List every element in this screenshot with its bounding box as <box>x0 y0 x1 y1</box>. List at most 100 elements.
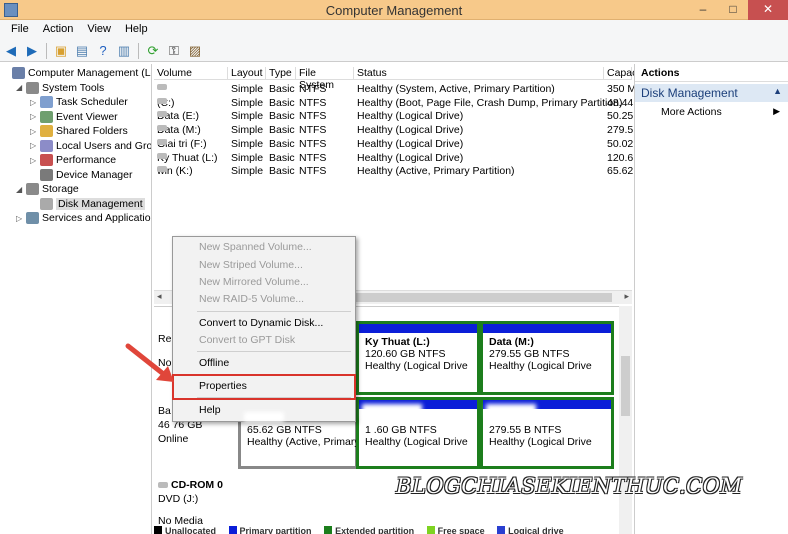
show-hide-tree-icon[interactable]: ▤ <box>73 42 91 60</box>
menu-view[interactable]: View <box>80 20 118 40</box>
blurred-label <box>244 412 284 422</box>
table-cell: Simple <box>231 151 264 164</box>
more-actions[interactable]: More Actions ▶ <box>635 102 788 122</box>
window-title: Computer Management <box>325 3 463 18</box>
watermark-text: BLOGCHIASEKIENTHUC.COM <box>396 474 743 498</box>
tree-item[interactable]: ▷ Services and Applications <box>16 211 151 225</box>
tree-item-label: Storage <box>42 183 79 195</box>
table-cell: Basic <box>269 83 295 95</box>
table-row[interactable]: Data (E:) Simple Basic NTFS Healthy (Logical… <box>154 109 633 123</box>
column-status[interactable]: Status <box>354 67 604 80</box>
forward-arrow-icon[interactable]: ▶ <box>23 42 41 60</box>
expand-arrow-icon[interactable]: ◢ <box>16 83 26 92</box>
expand-arrow-icon[interactable]: ▷ <box>30 98 40 107</box>
actions-disk-management[interactable]: Disk Management ▲ <box>635 84 788 102</box>
partition-legend: Unallocated Primary partition Extended p… <box>154 526 632 534</box>
partition-status: Healthy (Logical Drive <box>489 436 592 448</box>
table-row[interactable]: Ky Thuat (L:) Simple Basic NTFS Healthy (Log… <box>154 151 633 165</box>
tree-item-label: Computer Management (Local <box>28 67 151 79</box>
tree-item[interactable]: Disk Management <box>30 197 145 211</box>
tree-item[interactable]: ▷ Performance <box>30 153 116 167</box>
table-row[interactable]: win (K:) Simple Basic NTFS Healthy (Active, … <box>154 164 633 178</box>
tree-item[interactable]: ▷ Shared Folders <box>30 124 128 138</box>
expand-arrow-icon[interactable]: ◢ <box>16 185 26 194</box>
column-volume[interactable]: Volume <box>154 67 228 80</box>
properties-highlight-box <box>172 374 356 400</box>
up-folder-icon[interactable]: ▣ <box>52 42 70 60</box>
tree-node-icon <box>26 212 39 224</box>
tree-item[interactable]: ▷ Event Viewer <box>30 110 118 124</box>
table-cell: NTFS <box>299 110 327 123</box>
table-cell: NTFS <box>299 83 327 95</box>
table-cell: Basic <box>269 165 295 178</box>
table-cell: Healthy (System, Active, Primary Partiti… <box>357 83 555 95</box>
menu-new-spanned-volume[interactable]: New Spanned Volume... <box>199 241 312 253</box>
tree-item[interactable]: ▷ Local Users and Groups <box>30 139 151 153</box>
column-capacity[interactable]: Capac <box>604 67 637 80</box>
tree-item-label: Disk Management <box>56 197 145 210</box>
menu-convert-gpt[interactable]: Convert to GPT Disk <box>199 334 295 346</box>
tree-item[interactable]: ▷ Task Scheduler <box>30 95 128 109</box>
menu-help[interactable]: Help <box>118 20 155 40</box>
table-row[interactable]: (C:) Simple Basic NTFS Healthy (Boot, Page F… <box>154 96 633 110</box>
partition-size: 1 .60 GB NTFS <box>365 424 437 436</box>
help-icon[interactable]: ? <box>94 42 112 60</box>
menu-new-striped-volume[interactable]: New Striped Volume... <box>199 259 303 271</box>
tree-item[interactable]: Device Manager <box>30 168 132 182</box>
expand-arrow-icon[interactable]: ▷ <box>30 112 40 121</box>
menu-convert-dynamic[interactable]: Convert to Dynamic Disk... <box>199 317 323 329</box>
table-cell: NTFS <box>299 96 327 109</box>
tree-item-label: Event Viewer <box>56 110 118 123</box>
table-cell: (C:) <box>157 97 175 109</box>
tree-node-icon <box>40 139 53 152</box>
partition-data-m[interactable]: Data (M:) 279.55 GB NTFS Healthy (Logica… <box>480 321 614 395</box>
tree-item[interactable]: ◢ System Tools <box>16 81 104 95</box>
expand-arrow-icon[interactable]: ▷ <box>30 127 40 136</box>
column-type[interactable]: Type <box>266 67 296 80</box>
table-cell: Basic <box>269 151 295 164</box>
volume-disk-icon <box>157 84 167 90</box>
key-icon[interactable]: ⚿ <box>165 42 183 60</box>
menu-new-raid5-volume[interactable]: New RAID-5 Volume... <box>199 293 304 305</box>
actions-section-label: Disk Management <box>641 86 738 100</box>
back-arrow-icon[interactable]: ◀ <box>2 42 20 60</box>
table-cell: Healthy (Logical Drive) <box>357 137 464 150</box>
tree-item[interactable]: ◢ Storage <box>16 182 79 196</box>
partition-status: Healthy (Active, Primary <box>247 436 360 448</box>
partition-status: Healthy (Logical Drive <box>365 436 468 448</box>
tree-item-label: System Tools <box>42 81 105 94</box>
disk-settings-icon[interactable]: ▨ <box>186 42 204 60</box>
volume-list-header: Volume Layout Type File System Status Ca… <box>154 66 637 91</box>
expand-arrow-icon[interactable]: ▷ <box>30 156 40 165</box>
close-button[interactable]: ✕ <box>748 0 788 20</box>
tree-item-label: Task Scheduler <box>56 96 128 108</box>
maximize-button[interactable]: □ <box>718 0 748 20</box>
menu-file[interactable]: File <box>4 20 36 40</box>
table-cell: 50.02 <box>607 137 634 150</box>
menu-offline[interactable]: Offline <box>199 357 229 369</box>
table-row[interactable]: Data (M:) Simple Basic NTFS Healthy (Logical… <box>154 123 633 137</box>
column-layout[interactable]: Layout <box>228 67 266 80</box>
partition-size: 279.55 B NTFS <box>489 424 562 436</box>
refresh-icon[interactable]: ⟳ <box>144 42 162 60</box>
column-file-system[interactable]: File System <box>296 67 354 91</box>
menu-help[interactable]: Help <box>199 404 221 416</box>
collapse-up-icon[interactable]: ▲ <box>773 86 782 96</box>
table-cell: NTFS <box>299 165 327 178</box>
menu-action[interactable]: Action <box>36 20 81 40</box>
properties-icon[interactable]: ▥ <box>115 42 133 60</box>
partition-ky-thuat[interactable]: Ky Thuat (L:) 120.60 GB NTFS Healthy (Lo… <box>356 321 480 395</box>
tree-item-label: Shared Folders <box>56 125 128 137</box>
volume-disk-icon <box>157 111 167 118</box>
menu-new-mirrored-volume[interactable]: New Mirrored Volume... <box>199 276 309 288</box>
table-cell: Simple <box>231 96 264 109</box>
minimize-button[interactable]: – <box>688 0 718 20</box>
table-cell: Simple <box>231 124 264 137</box>
vertical-scrollbar[interactable] <box>619 306 632 534</box>
table-row[interactable]: Giai tri (F:) Simple Basic NTFS Healthy (Log… <box>154 137 634 151</box>
table-row[interactable]: Simple Basic NTFS Healthy (System, Active, … <box>154 82 636 96</box>
tree-item[interactable]: Computer Management (Local <box>2 66 151 80</box>
expand-arrow-icon[interactable]: ▷ <box>30 141 40 150</box>
table-cell: Data (E:) <box>157 110 200 123</box>
expand-arrow-icon[interactable]: ▷ <box>16 214 26 223</box>
